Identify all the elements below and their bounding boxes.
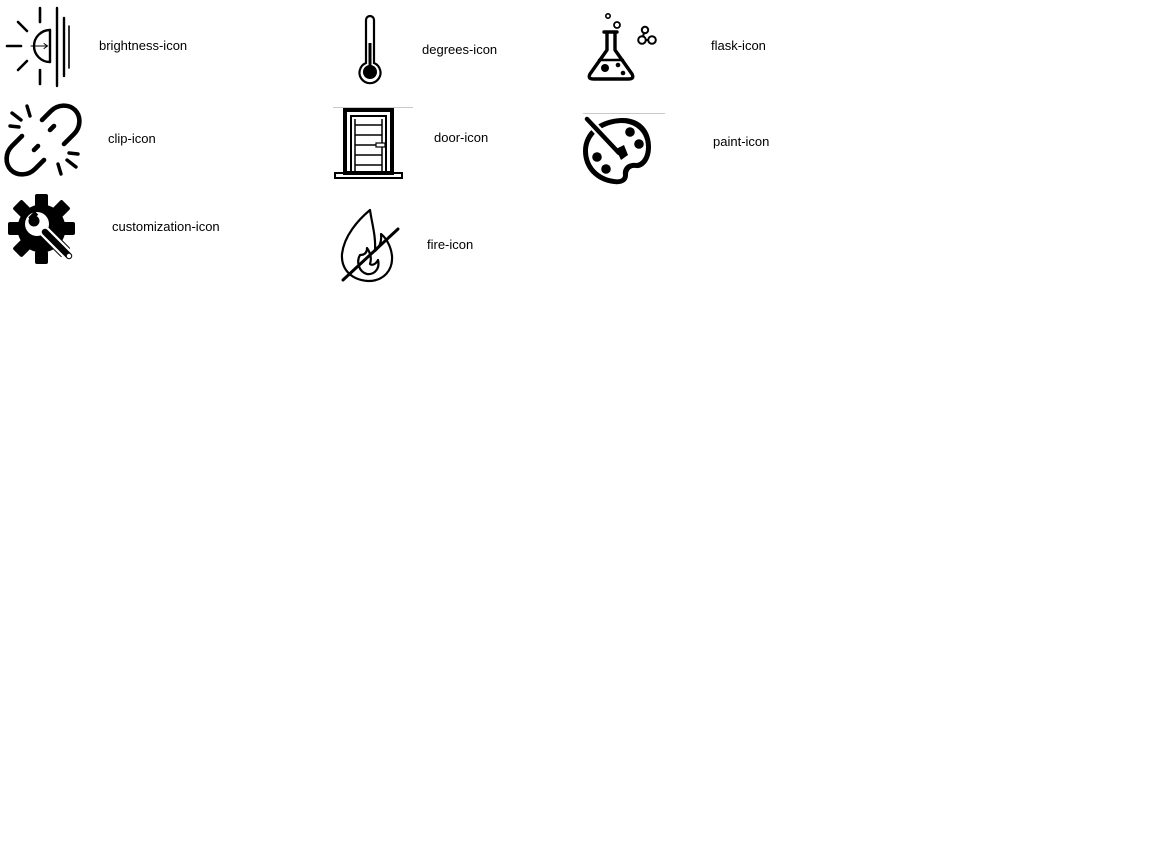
customization-icon: [7, 193, 80, 266]
door-icon: [333, 107, 413, 180]
paint-icon: [581, 113, 665, 186]
flask-icon: [586, 12, 660, 82]
fire-icon-label: fire-icon: [427, 237, 474, 252]
brightness-icon-label: brightness-icon: [99, 38, 188, 53]
clip-icon: [4, 103, 82, 177]
customization-icon-label: customization-icon: [112, 219, 220, 234]
door-icon-label: door-icon: [434, 130, 489, 145]
paint-icon-label: paint-icon: [713, 134, 770, 149]
fire-icon: [336, 208, 400, 284]
brightness-icon: [5, 6, 70, 88]
degrees-icon: [355, 12, 385, 85]
clip-icon-label: clip-icon: [108, 131, 156, 146]
flask-icon-label: flask-icon: [711, 38, 766, 53]
degrees-icon-label: degrees-icon: [422, 42, 498, 57]
